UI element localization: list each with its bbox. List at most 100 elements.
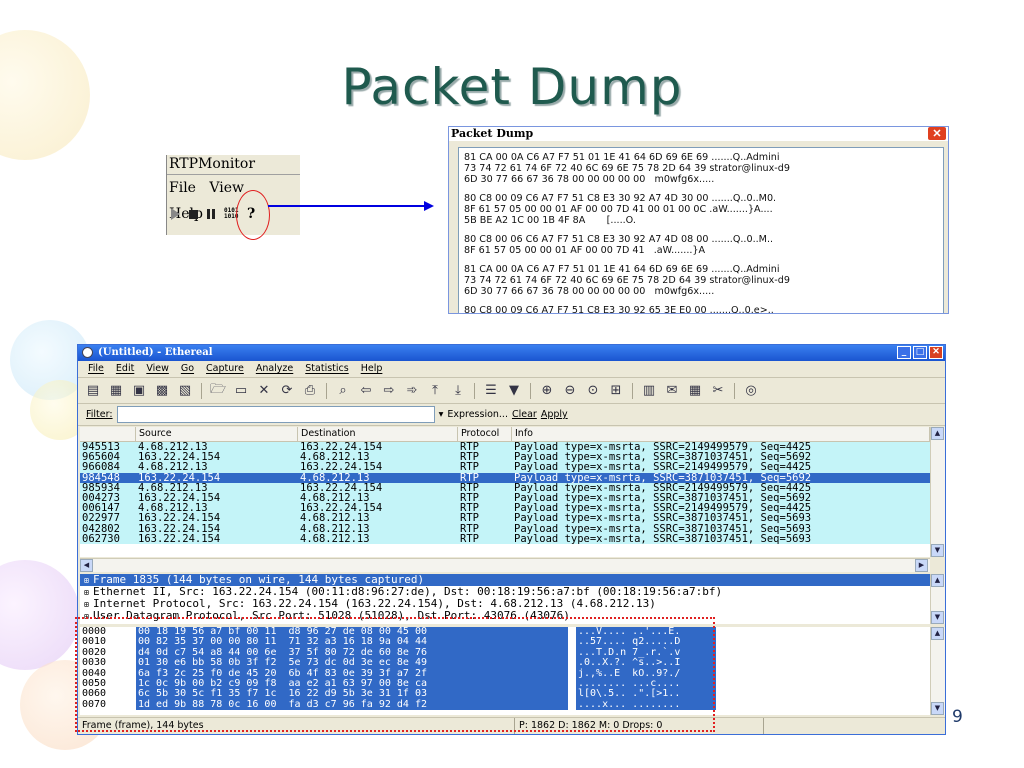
filter-input[interactable] <box>116 406 435 423</box>
first-packet-icon[interactable]: ⤒ <box>426 383 444 399</box>
table-row[interactable]: 006147 4.68.212.13 163.22.24.154 RTP Payload… <box>80 503 930 514</box>
zoom-in-icon[interactable]: ⊕ <box>538 383 556 399</box>
scroll-right-icon[interactable]: ▶ <box>915 559 928 572</box>
interfaces-icon[interactable]: ▤ <box>84 383 102 399</box>
pointer-arrow <box>268 205 426 207</box>
menu-file[interactable]: File <box>88 361 104 377</box>
menu-view[interactable]: View <box>146 361 169 377</box>
cell-destination: 163.22.24.154 <box>300 462 383 473</box>
column-header-destination[interactable]: Destination <box>298 427 458 441</box>
play-icon[interactable] <box>171 208 180 220</box>
table-row[interactable]: 062730 163.22.24.154 4.68.212.13 RTP Payload… <box>80 533 930 544</box>
column-header-info[interactable]: Info <box>512 427 930 441</box>
scroll-down-icon[interactable]: ▼ <box>931 544 944 557</box>
stop-icon[interactable] <box>189 209 198 219</box>
preferences-icon[interactable]: ✂ <box>709 383 727 399</box>
close-icon[interactable]: ✕ <box>929 346 943 359</box>
save-icon[interactable]: ▭ <box>232 383 250 399</box>
packet-list-hscrollbar[interactable]: ◀ ▶ <box>80 558 930 572</box>
capture-filters-icon[interactable]: ▥ <box>640 383 658 399</box>
menu-analyze[interactable]: Analyze <box>256 361 293 377</box>
restart-capture-icon[interactable]: ▧ <box>176 383 194 399</box>
table-row[interactable]: 022977 163.22.24.154 4.68.212.13 RTP Payload… <box>80 513 930 524</box>
scroll-left-icon[interactable]: ◀ <box>80 559 93 572</box>
start-capture-icon[interactable]: ▣ <box>130 383 148 399</box>
dump-block: 81 CA 00 0A C6 A7 F7 51 01 1E 41 64 6D 6… <box>464 264 790 297</box>
packet-dump-window: Packet Dump ✕ 81 CA 00 0A C6 A7 F7 51 01… <box>448 126 949 314</box>
cell-protocol: RTP <box>460 523 479 534</box>
back-icon[interactable]: ⇦ <box>357 383 375 399</box>
scroll-up-icon[interactable]: ▲ <box>931 574 944 587</box>
scroll-up-icon[interactable]: ▲ <box>931 427 944 440</box>
cell-info: Payload type=x-msrta, SSRC=3871037451, S… <box>514 452 812 463</box>
last-packet-icon[interactable]: ⤓ <box>449 383 467 399</box>
packet-list-scrollbar[interactable]: ▲ ▼ <box>930 427 945 557</box>
packet-details-scrollbar[interactable]: ▲ ▼ <box>930 574 945 624</box>
menu-help[interactable]: Help <box>361 361 383 377</box>
cell-info: Payload type=x-msrta, SSRC=3871037451, S… <box>514 513 812 524</box>
column-header-source[interactable]: Source <box>136 427 298 441</box>
apply-button[interactable]: Apply <box>541 409 568 420</box>
dump-block: 81 CA 00 0A C6 A7 F7 51 01 1E 41 64 6D 6… <box>464 152 790 185</box>
scroll-up-icon[interactable]: ▲ <box>931 627 944 640</box>
menu-edit[interactable]: Edit <box>116 361 134 377</box>
cell-source: 163.22.24.154 <box>138 513 221 524</box>
menu-capture[interactable]: Capture <box>206 361 244 377</box>
packet-bytes-scrollbar[interactable]: ▲ ▼ <box>930 627 945 715</box>
cell-protocol: RTP <box>460 442 479 453</box>
table-row[interactable]: 042802 163.22.24.154 4.68.212.13 RTP Payload… <box>80 523 930 534</box>
open-icon[interactable]: 🗁 <box>209 382 227 399</box>
table-row[interactable]: 965604 163.22.24.154 4.68.212.13 RTP Payload… <box>80 452 930 463</box>
capture-options-icon[interactable]: ▦ <box>107 383 125 399</box>
table-row[interactable]: 004273 163.22.24.154 4.68.212.13 RTP Payload… <box>80 492 930 504</box>
column-header-no[interactable] <box>80 427 136 441</box>
help-icon[interactable]: ◎ <box>742 383 760 399</box>
zoom-normal-icon[interactable]: ⊙ <box>584 383 602 399</box>
go-to-packet-icon[interactable]: ➾ <box>403 383 421 399</box>
toolbar-separator <box>530 382 531 399</box>
close-file-icon[interactable]: ✕ <box>255 383 273 399</box>
forward-icon[interactable]: ⇨ <box>380 383 398 399</box>
cell-no: 966084 <box>82 462 120 473</box>
zoom-out-icon[interactable]: ⊖ <box>561 383 579 399</box>
table-row[interactable]: 966084 4.68.212.13 163.22.24.154 RTP Payload… <box>80 462 930 473</box>
find-icon[interactable]: ⌕ <box>334 383 352 399</box>
filter-label: Filter: <box>86 409 113 420</box>
reload-icon[interactable]: ⟳ <box>278 383 296 399</box>
coloring-rules-icon[interactable]: ▦ <box>686 383 704 399</box>
packet-dump-text-area[interactable]: 81 CA 00 0A C6 A7 F7 51 01 1E 41 64 6D 6… <box>458 147 944 313</box>
filter-dropdown-icon[interactable]: ▾ <box>439 409 444 420</box>
cell-protocol: RTP <box>460 533 479 544</box>
scroll-down-icon[interactable]: ▼ <box>931 702 944 715</box>
auto-scroll-icon[interactable]: ▼ <box>505 383 523 399</box>
dump-block: 80 C8 00 09 C6 A7 F7 51 C8 E3 30 92 A7 4… <box>464 193 777 226</box>
stop-capture-icon[interactable]: ▩ <box>153 383 171 399</box>
cell-source: 163.22.24.154 <box>138 523 221 534</box>
expression-button[interactable]: Expression... <box>447 409 508 420</box>
resize-columns-icon[interactable]: ⊞ <box>607 383 625 399</box>
display-filters-icon[interactable]: ✉ <box>663 383 681 399</box>
close-icon[interactable]: ✕ <box>928 127 946 140</box>
table-row[interactable]: 945513 4.68.212.13 163.22.24.154 RTP Payload… <box>80 442 930 453</box>
minimize-icon[interactable]: _ <box>897 346 911 359</box>
pause-icon[interactable] <box>207 209 215 219</box>
column-header-protocol[interactable]: Protocol <box>458 427 512 441</box>
cell-destination: 163.22.24.154 <box>300 503 383 514</box>
dump-block: 80 C8 00 06 C6 A7 F7 51 C8 E3 30 92 A7 4… <box>464 234 774 256</box>
menu-go[interactable]: Go <box>181 361 194 377</box>
maximize-icon[interactable]: □ <box>913 346 927 359</box>
table-row[interactable]: 985934 4.68.212.13 163.22.24.154 RTP Payload… <box>80 482 930 493</box>
cell-destination: 4.68.212.13 <box>300 523 370 534</box>
menu-file[interactable]: File <box>169 180 196 196</box>
menu-statistics[interactable]: Statistics <box>305 361 348 377</box>
toolbar-separator <box>474 382 475 399</box>
print-icon[interactable]: ⎙ <box>301 383 319 399</box>
packet-list[interactable]: Source Destination Protocol Info 945513 4… <box>80 427 930 557</box>
cell-destination: 163.22.24.154 <box>300 482 383 493</box>
colorize-icon[interactable]: ☰ <box>482 383 500 399</box>
table-row[interactable]: 984548 163.22.24.154 4.68.212.13 RTP Payload… <box>80 472 930 483</box>
scroll-down-icon[interactable]: ▼ <box>931 611 944 624</box>
clear-button[interactable]: Clear <box>512 409 537 420</box>
packet-dump-title: Packet Dump <box>451 127 534 140</box>
menu-view[interactable]: View <box>209 180 244 196</box>
